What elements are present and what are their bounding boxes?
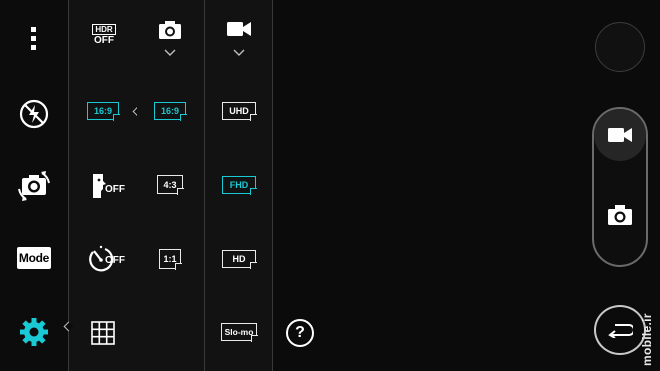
video-size-uhd[interactable]: UHD xyxy=(222,102,256,120)
photo-size-label: 1:1 xyxy=(159,249,181,269)
back-arrow-icon xyxy=(608,324,633,338)
photo-size-1-1[interactable]: 1:1 xyxy=(159,249,181,269)
camera-icon xyxy=(159,21,181,39)
chevron-down-icon xyxy=(164,49,176,56)
record-video-button[interactable] xyxy=(594,109,646,161)
voice-shutter-setting[interactable]: OFF xyxy=(91,173,125,199)
hdr-label: HDR xyxy=(92,24,116,35)
watermark-text: mobile.ir xyxy=(640,313,654,366)
video-size-hd[interactable]: HD xyxy=(222,250,256,268)
video-size-header xyxy=(226,20,252,56)
video-camera-icon xyxy=(608,128,632,142)
settings-column-video-size: UHD FHD HD Slo-mo xyxy=(205,0,273,371)
photo-size-label: 16:9 xyxy=(154,102,186,120)
video-camera-icon xyxy=(227,22,251,36)
chevron-down-icon xyxy=(233,49,245,56)
settings-column-general: HDR OFF 16:9 OFF OFF xyxy=(68,0,138,371)
help-button[interactable]: ? xyxy=(286,319,314,347)
mode-button[interactable]: Mode xyxy=(17,247,51,269)
watermark: mobile.ir xyxy=(636,300,658,370)
video-size-label: HD xyxy=(222,250,256,268)
switch-camera-icon[interactable] xyxy=(15,168,53,204)
ratio-setting[interactable]: 16:9 xyxy=(87,102,119,120)
hdr-state: OFF xyxy=(94,35,114,46)
help-icon: ? xyxy=(295,324,305,341)
video-size-slo-mo[interactable]: Slo-mo xyxy=(221,323,257,341)
settings-column-photo-size: 16:9 4:3 1:1 xyxy=(137,0,205,371)
grid-icon[interactable] xyxy=(91,321,115,350)
hdr-setting[interactable]: HDR OFF xyxy=(89,24,119,50)
timer-state: OFF xyxy=(105,255,125,266)
more-vertical-icon[interactable] xyxy=(20,22,48,56)
video-size-label: UHD xyxy=(222,102,256,120)
flash-off-icon[interactable] xyxy=(17,97,51,131)
photo-size-header xyxy=(158,20,182,56)
photo-size-label: 4:3 xyxy=(157,175,183,194)
mode-label: Mode xyxy=(18,251,50,265)
take-photo-button[interactable] xyxy=(594,168,646,262)
video-size-fhd[interactable]: FHD xyxy=(222,176,256,194)
gallery-preview[interactable] xyxy=(595,22,645,72)
camera-control-rail: Mode xyxy=(0,0,68,371)
video-size-label: FHD xyxy=(222,176,256,194)
photo-size-4-3[interactable]: 4:3 xyxy=(157,175,183,194)
photo-size-16-9[interactable]: 16:9 xyxy=(154,102,186,120)
ratio-tag: 16:9 xyxy=(87,102,119,120)
video-size-label: Slo-mo xyxy=(221,323,257,341)
camera-icon xyxy=(608,205,632,225)
voice-shutter-state: OFF xyxy=(105,184,125,195)
gear-icon[interactable] xyxy=(18,316,50,348)
timer-setting[interactable]: OFF xyxy=(88,244,126,274)
